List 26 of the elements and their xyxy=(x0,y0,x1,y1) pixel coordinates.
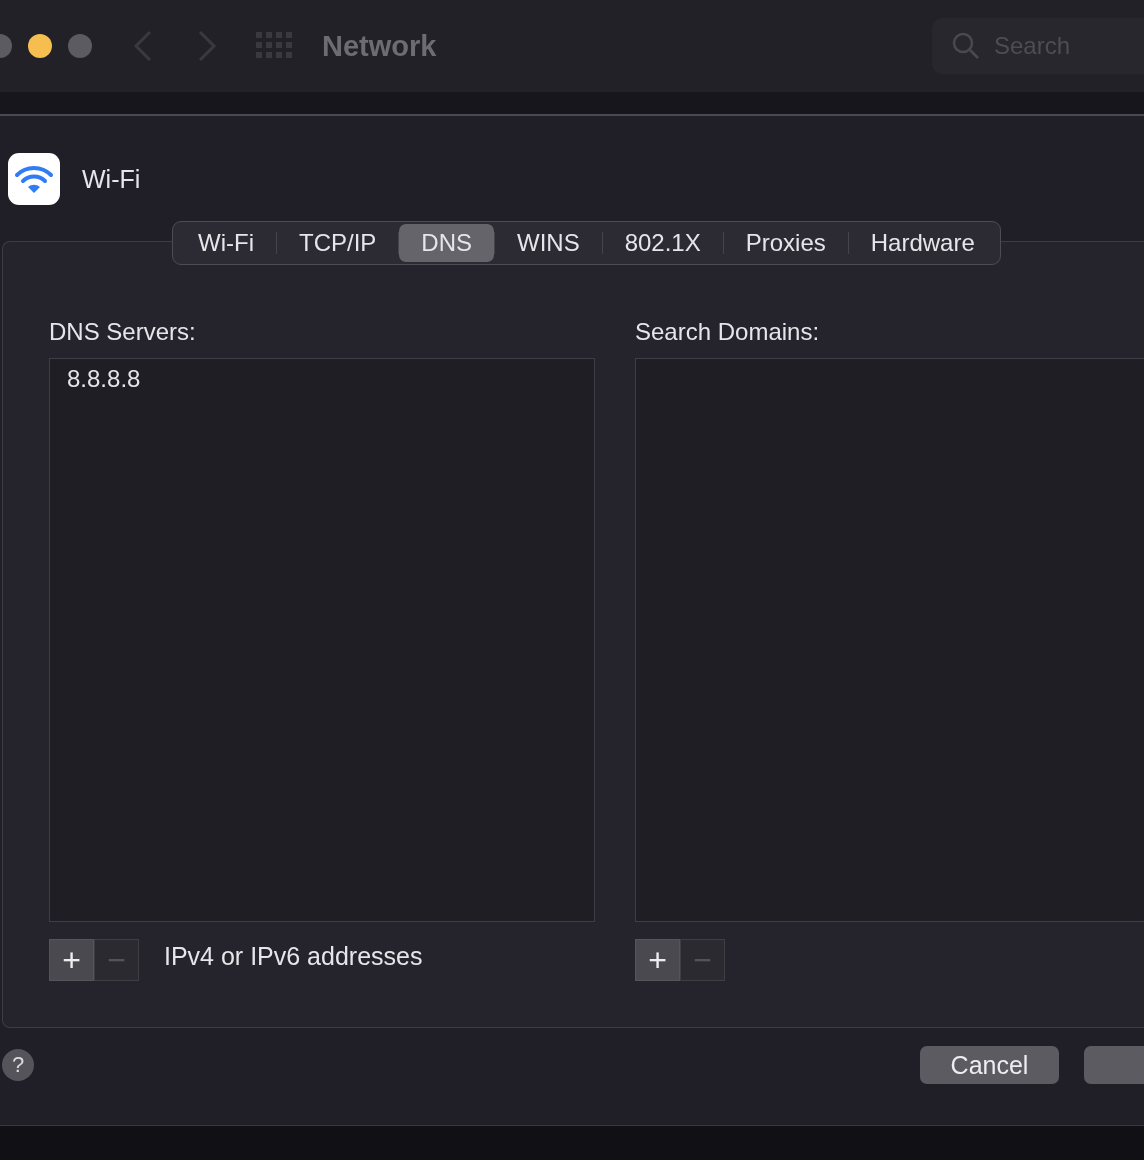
tab[interactable]: Hardware xyxy=(848,224,997,262)
tab[interactable]: 802.1X xyxy=(602,224,723,262)
service-name: Wi-Fi xyxy=(82,164,141,194)
search-icon xyxy=(952,32,980,60)
window-title: Network xyxy=(322,29,437,63)
tab[interactable]: Proxies xyxy=(723,224,848,262)
list-box[interactable]: 8.8.8.8 xyxy=(49,358,595,922)
wifi-icon xyxy=(8,153,60,205)
help-button[interactable]: ? xyxy=(2,1049,34,1081)
grid-icon[interactable] xyxy=(256,32,294,60)
tab[interactable]: TCP/IP xyxy=(276,224,399,262)
cancel-button[interactable]: Cancel xyxy=(920,1046,1059,1084)
hint-text: IPv4 or IPv6 addresses xyxy=(164,941,423,971)
list-label: DNS Servers: xyxy=(49,318,197,346)
list-box[interactable] xyxy=(635,358,1144,922)
tab[interactable]: Wi-Fi xyxy=(176,224,276,262)
add-button[interactable]: + xyxy=(49,939,94,981)
minimize-button[interactable] xyxy=(28,34,52,58)
ok-button[interactable] xyxy=(1084,1046,1144,1084)
list-item[interactable]: 8.8.8.8 xyxy=(67,365,577,393)
tab[interactable]: DNS xyxy=(399,224,494,262)
list-label: Search Domains: xyxy=(635,318,821,346)
tab[interactable]: WINS xyxy=(495,224,602,262)
add-button[interactable]: + xyxy=(635,939,680,981)
zoom-button[interactable] xyxy=(68,34,92,58)
close-button[interactable] xyxy=(0,34,12,58)
